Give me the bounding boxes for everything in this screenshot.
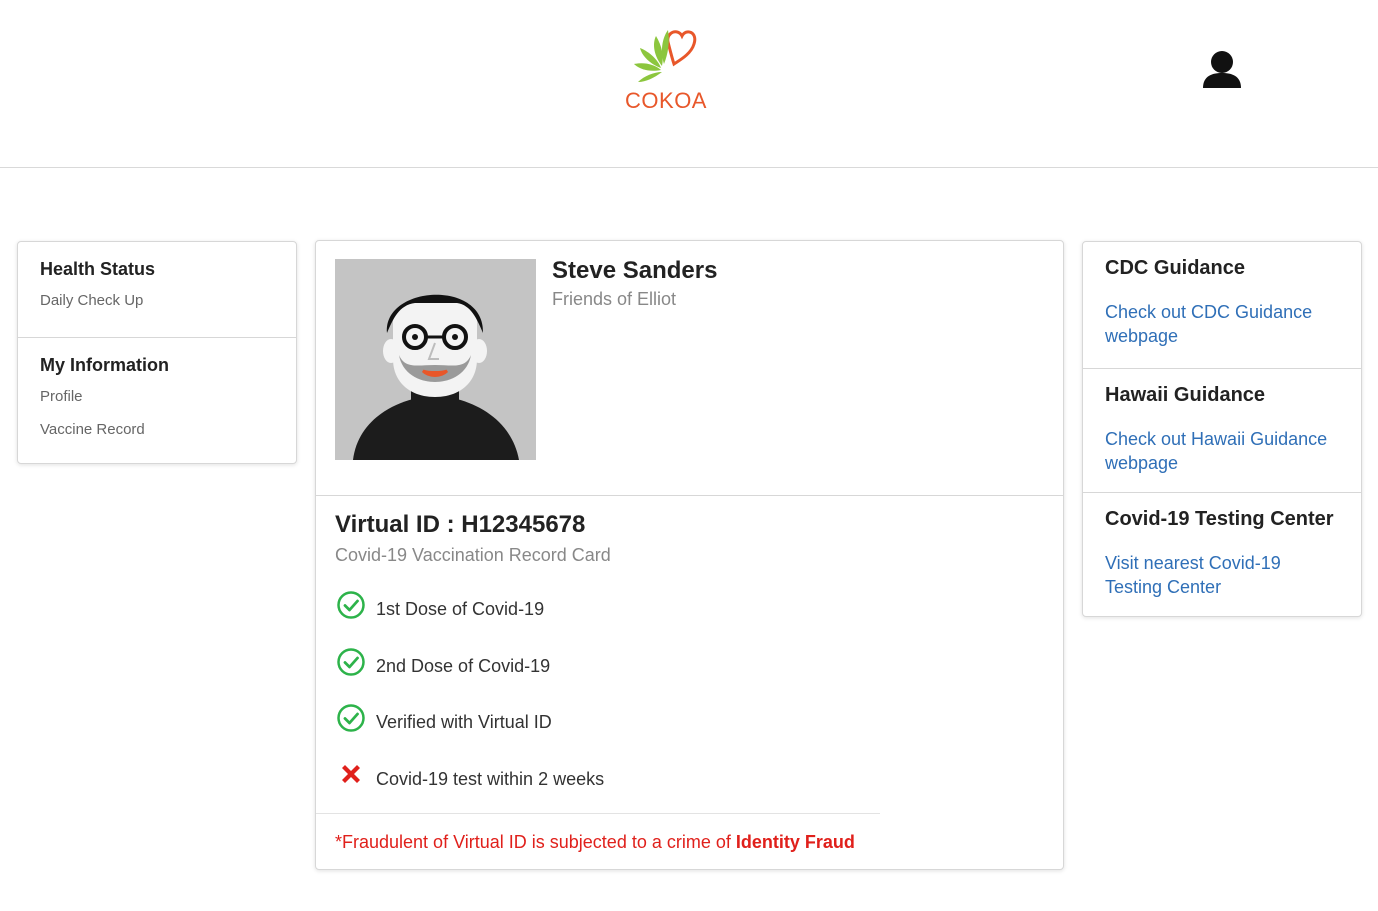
sidebar-menu: Health Status Daily Check Up My Informat… bbox=[17, 241, 297, 464]
guidance-title: Covid-19 Testing Center bbox=[1105, 508, 1334, 530]
menu-section-health-status: Health Status Daily Check Up bbox=[18, 242, 296, 337]
logo-leaf-heart-icon bbox=[634, 30, 697, 82]
fraud-notice: *Fraudulent of Virtual ID is subjected t… bbox=[335, 832, 855, 853]
checklist-item: Covid-19 test within 2 weeks bbox=[335, 759, 604, 816]
guidance-section-hawaii: Hawaii Guidance Check out Hawaii Guidanc… bbox=[1083, 368, 1361, 492]
user-icon bbox=[1203, 51, 1241, 88]
check-circle-icon bbox=[335, 589, 367, 621]
menu-item-daily-check-up[interactable]: Daily Check Up bbox=[40, 292, 274, 309]
testing-center-link[interactable]: Visit nearest Covid-19 Testing Center bbox=[1105, 551, 1339, 599]
top-header: COKOA bbox=[0, 0, 1378, 168]
checklist-label: 2nd Dose of Covid-19 bbox=[376, 655, 551, 676]
user-account-button[interactable] bbox=[1200, 48, 1244, 92]
avatar bbox=[335, 259, 536, 460]
menu-section-my-information: My Information Profile Vaccine Record bbox=[18, 337, 296, 463]
checklist-item: Verified with Virtual ID bbox=[335, 702, 604, 759]
check-circle-icon bbox=[335, 646, 367, 678]
cokoa-logo[interactable]: COKOA bbox=[616, 24, 716, 118]
divider bbox=[316, 495, 1063, 496]
vaccination-checklist: 1st Dose of Covid-19 2nd Dose of Covid-1… bbox=[335, 589, 604, 815]
fraud-notice-text: *Fraudulent of Virtual ID is subjected t… bbox=[335, 832, 736, 852]
guidance-section-testing-center: Covid-19 Testing Center Visit nearest Co… bbox=[1083, 492, 1361, 616]
person-name: Steve Sanders bbox=[552, 257, 718, 284]
cdc-guidance-link[interactable]: Check out CDC Guidance webpage bbox=[1105, 300, 1339, 348]
fraud-notice-emphasis: Identity Fraud bbox=[735, 832, 855, 852]
record-subtitle: Covid-19 Vaccination Record Card bbox=[335, 545, 611, 565]
check-circle-icon bbox=[335, 702, 367, 734]
cross-icon bbox=[335, 759, 367, 791]
hawaii-guidance-link[interactable]: Check out Hawaii Guidance webpage bbox=[1105, 427, 1339, 475]
menu-title: Health Status bbox=[40, 259, 156, 279]
guidance-panel: CDC Guidance Check out CDC Guidance webp… bbox=[1082, 241, 1362, 617]
menu-item-vaccine-record[interactable]: Vaccine Record bbox=[40, 421, 274, 438]
checklist-item: 1st Dose of Covid-19 bbox=[335, 589, 604, 646]
checklist-label: 1st Dose of Covid-19 bbox=[376, 599, 545, 619]
guidance-section-cdc: CDC Guidance Check out CDC Guidance webp… bbox=[1083, 242, 1361, 368]
divider bbox=[316, 813, 880, 814]
vaccination-record-card: Steve Sanders Friends of Elliot Virtual … bbox=[315, 240, 1064, 870]
virtual-id-title: Virtual ID : H12345678 bbox=[335, 511, 586, 538]
person-organization: Friends of Elliot bbox=[552, 289, 677, 309]
menu-item-profile[interactable]: Profile bbox=[40, 388, 274, 405]
checklist-label: Verified with Virtual ID bbox=[376, 712, 552, 732]
checklist-item: 2nd Dose of Covid-19 bbox=[335, 646, 604, 703]
avatar-illustration bbox=[335, 259, 536, 460]
guidance-title: CDC Guidance bbox=[1105, 257, 1246, 279]
guidance-title: Hawaii Guidance bbox=[1105, 384, 1266, 406]
logo-text: COKOA bbox=[625, 88, 707, 113]
menu-title: My Information bbox=[40, 355, 169, 375]
checklist-label: Covid-19 test within 2 weeks bbox=[376, 768, 605, 789]
